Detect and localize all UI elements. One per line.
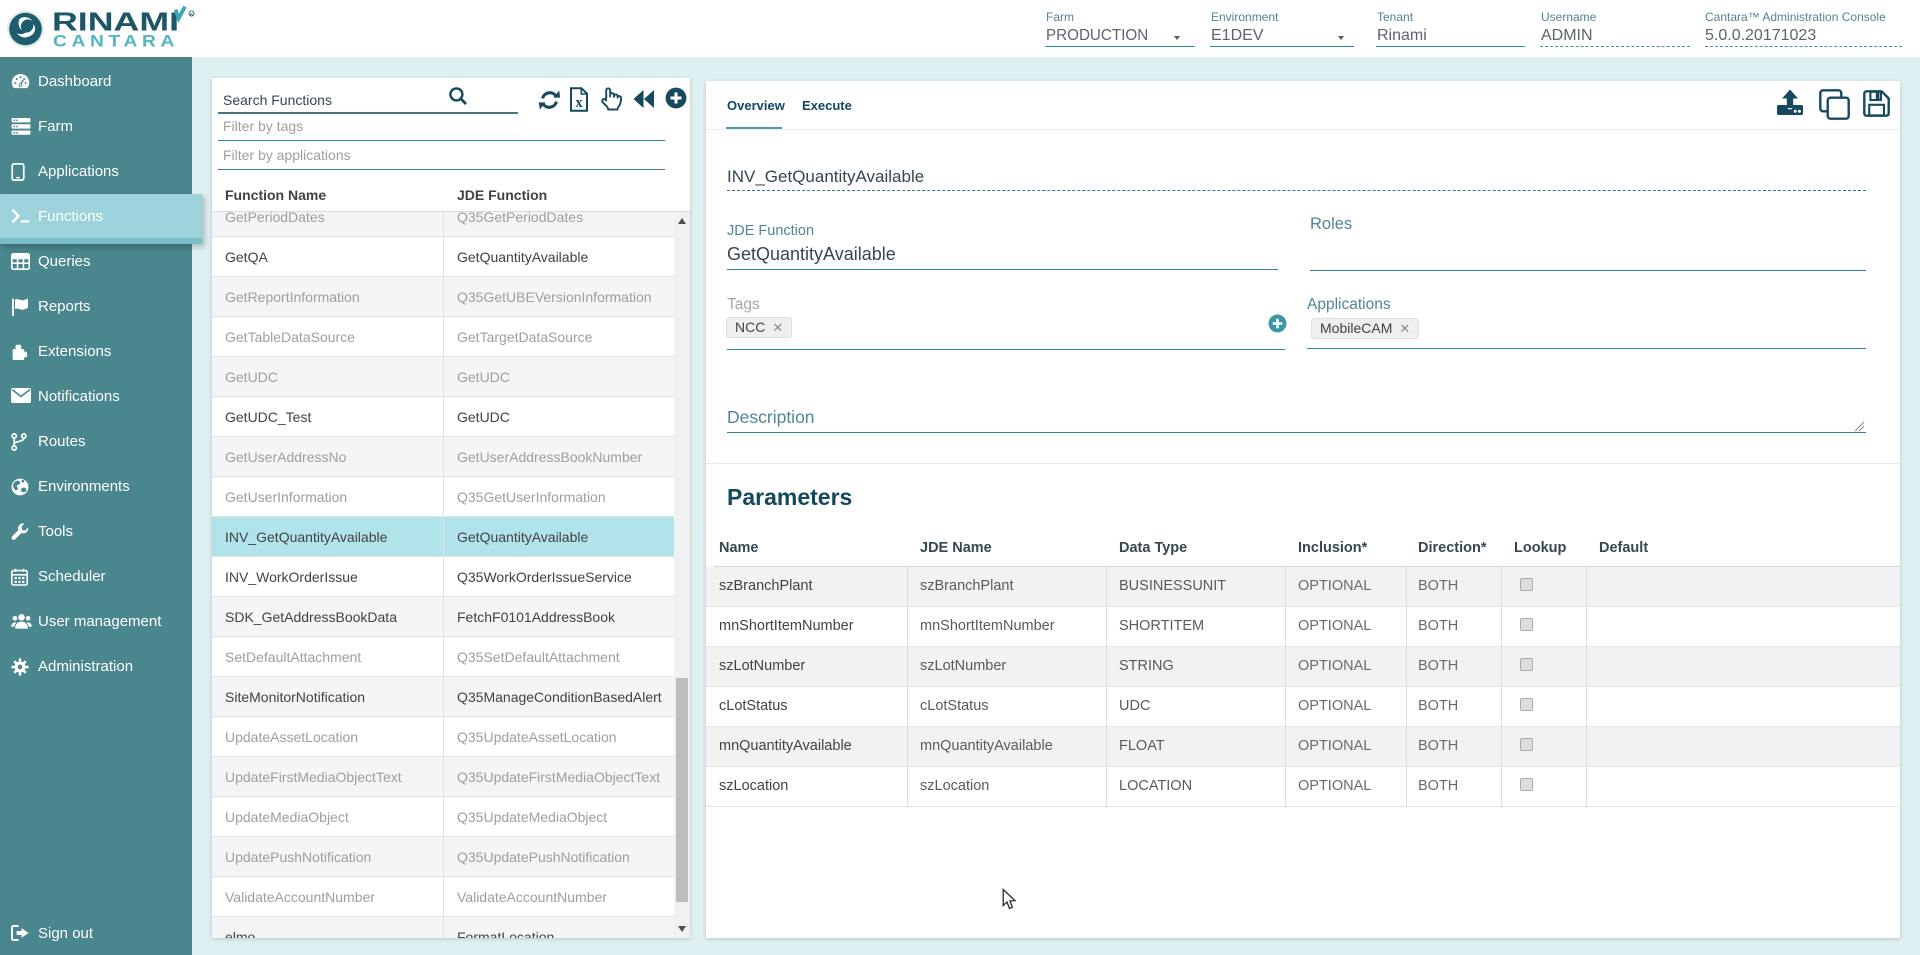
svg-text:R: R bbox=[190, 12, 193, 16]
svg-text:x: x bbox=[575, 95, 583, 111]
svg-text:CANTARA: CANTARA bbox=[53, 33, 179, 51]
